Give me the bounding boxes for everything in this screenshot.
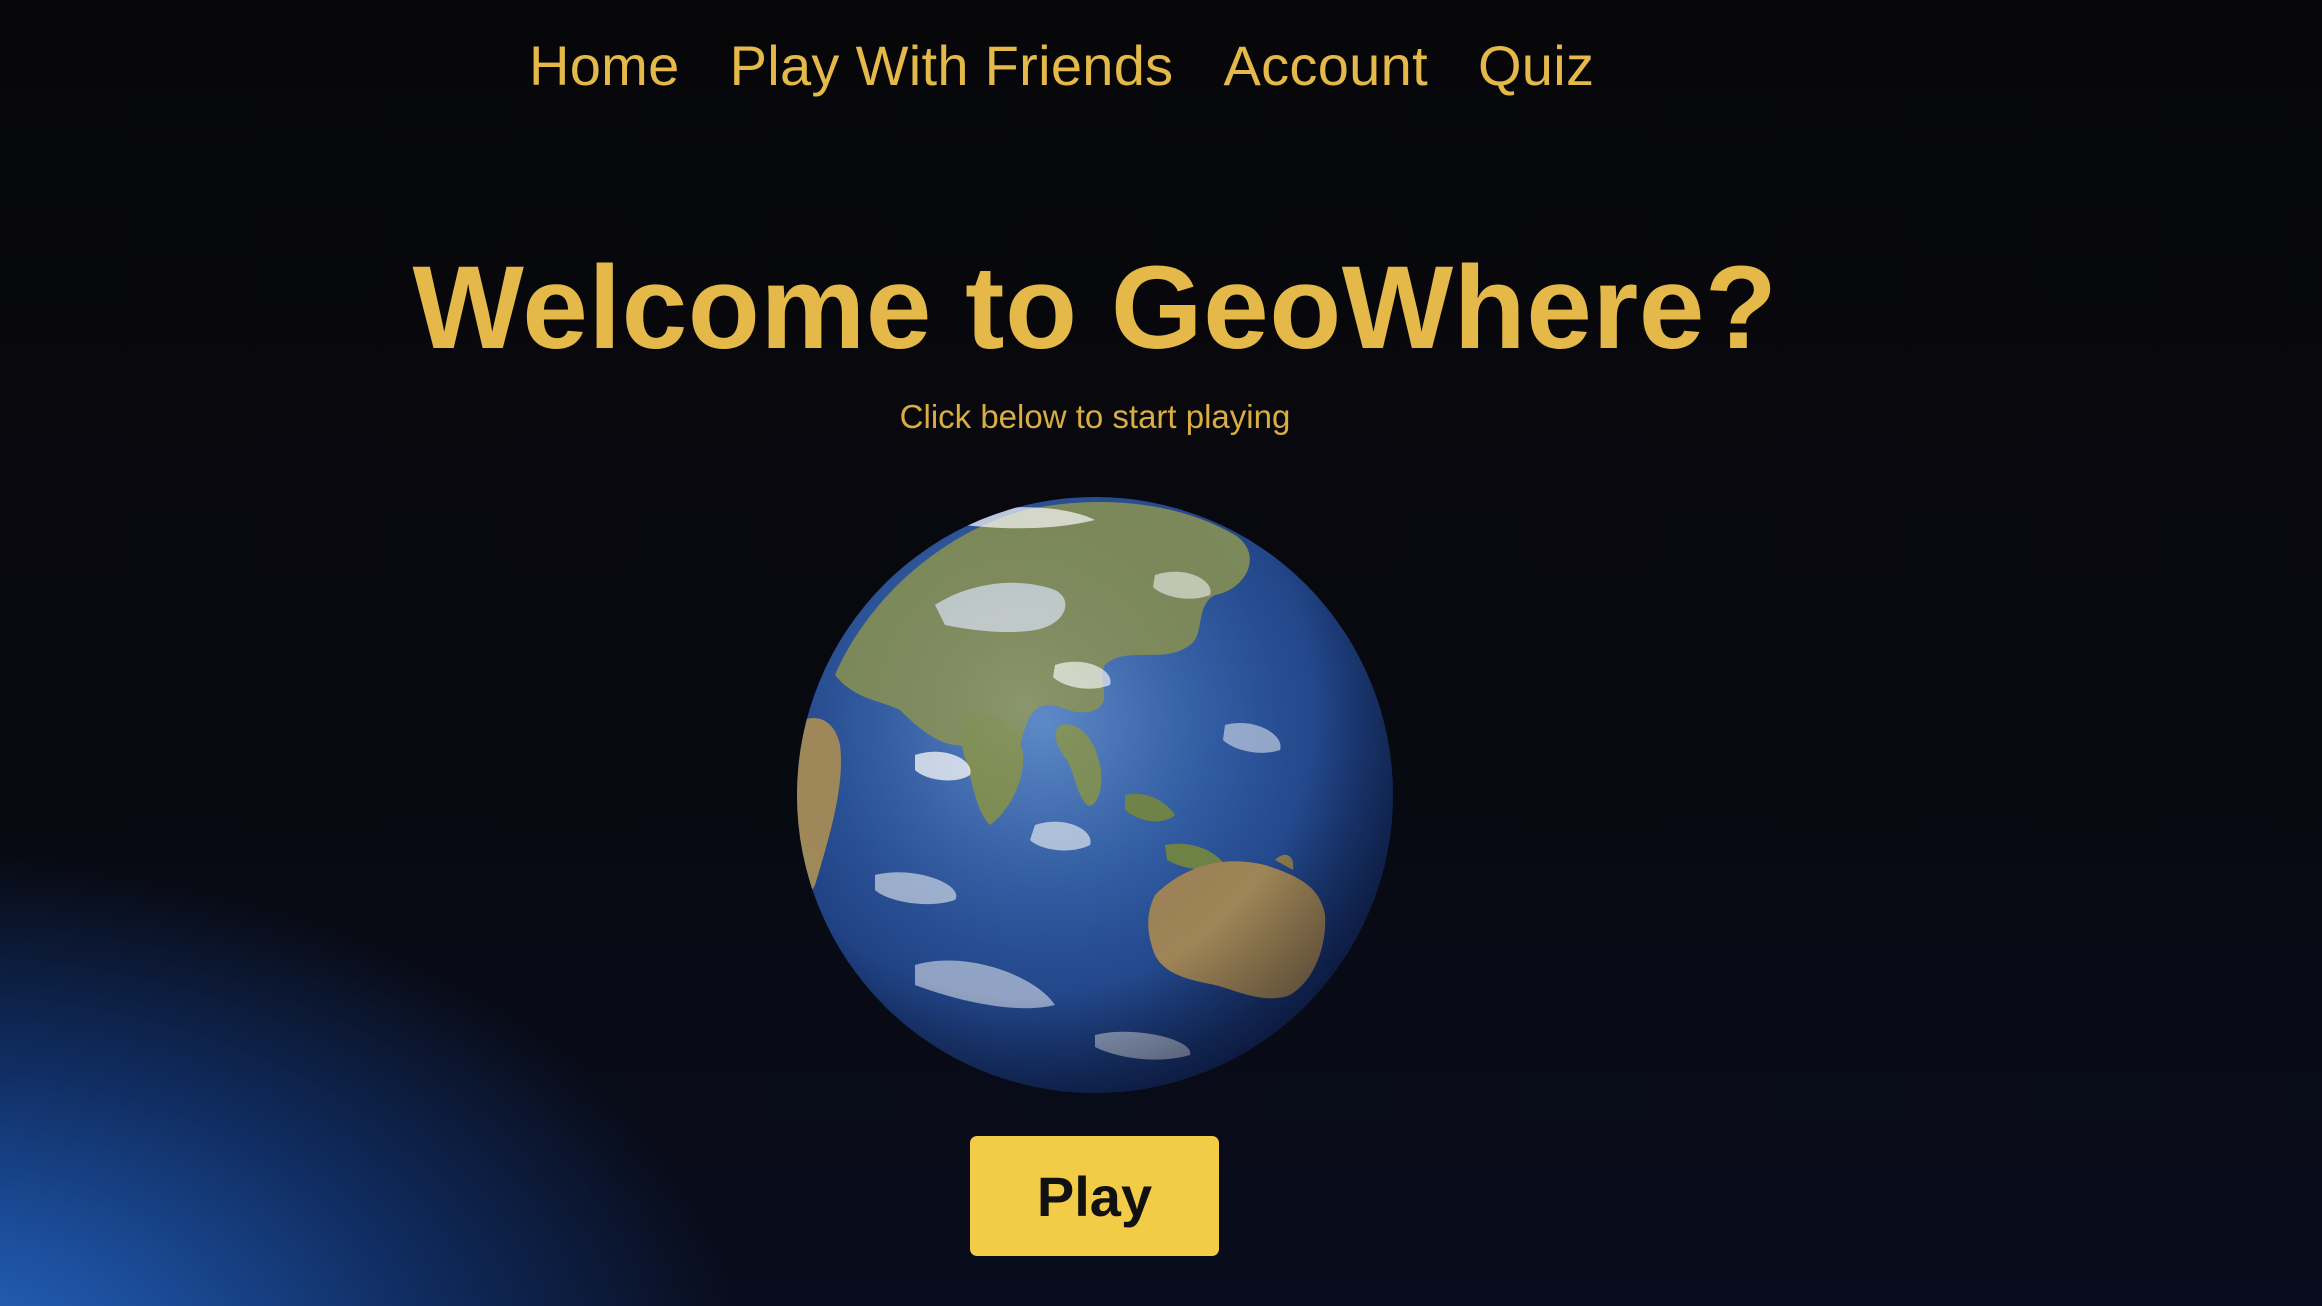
nav-home-link[interactable]: Home (529, 28, 680, 104)
main-nav: Home Play With Friends Account Quiz (529, 28, 1644, 104)
page-title: Welcome to GeoWhere? (412, 242, 1778, 374)
nav-play-with-friends-link[interactable]: Play With Friends (730, 28, 1174, 104)
page-subtitle: Click below to start playing (899, 398, 1291, 435)
earth-globe-icon (795, 495, 1395, 1095)
play-button[interactable]: Play (970, 1136, 1219, 1256)
nav-quiz-link[interactable]: Quiz (1478, 28, 1594, 104)
nav-account-link[interactable]: Account (1223, 28, 1427, 104)
